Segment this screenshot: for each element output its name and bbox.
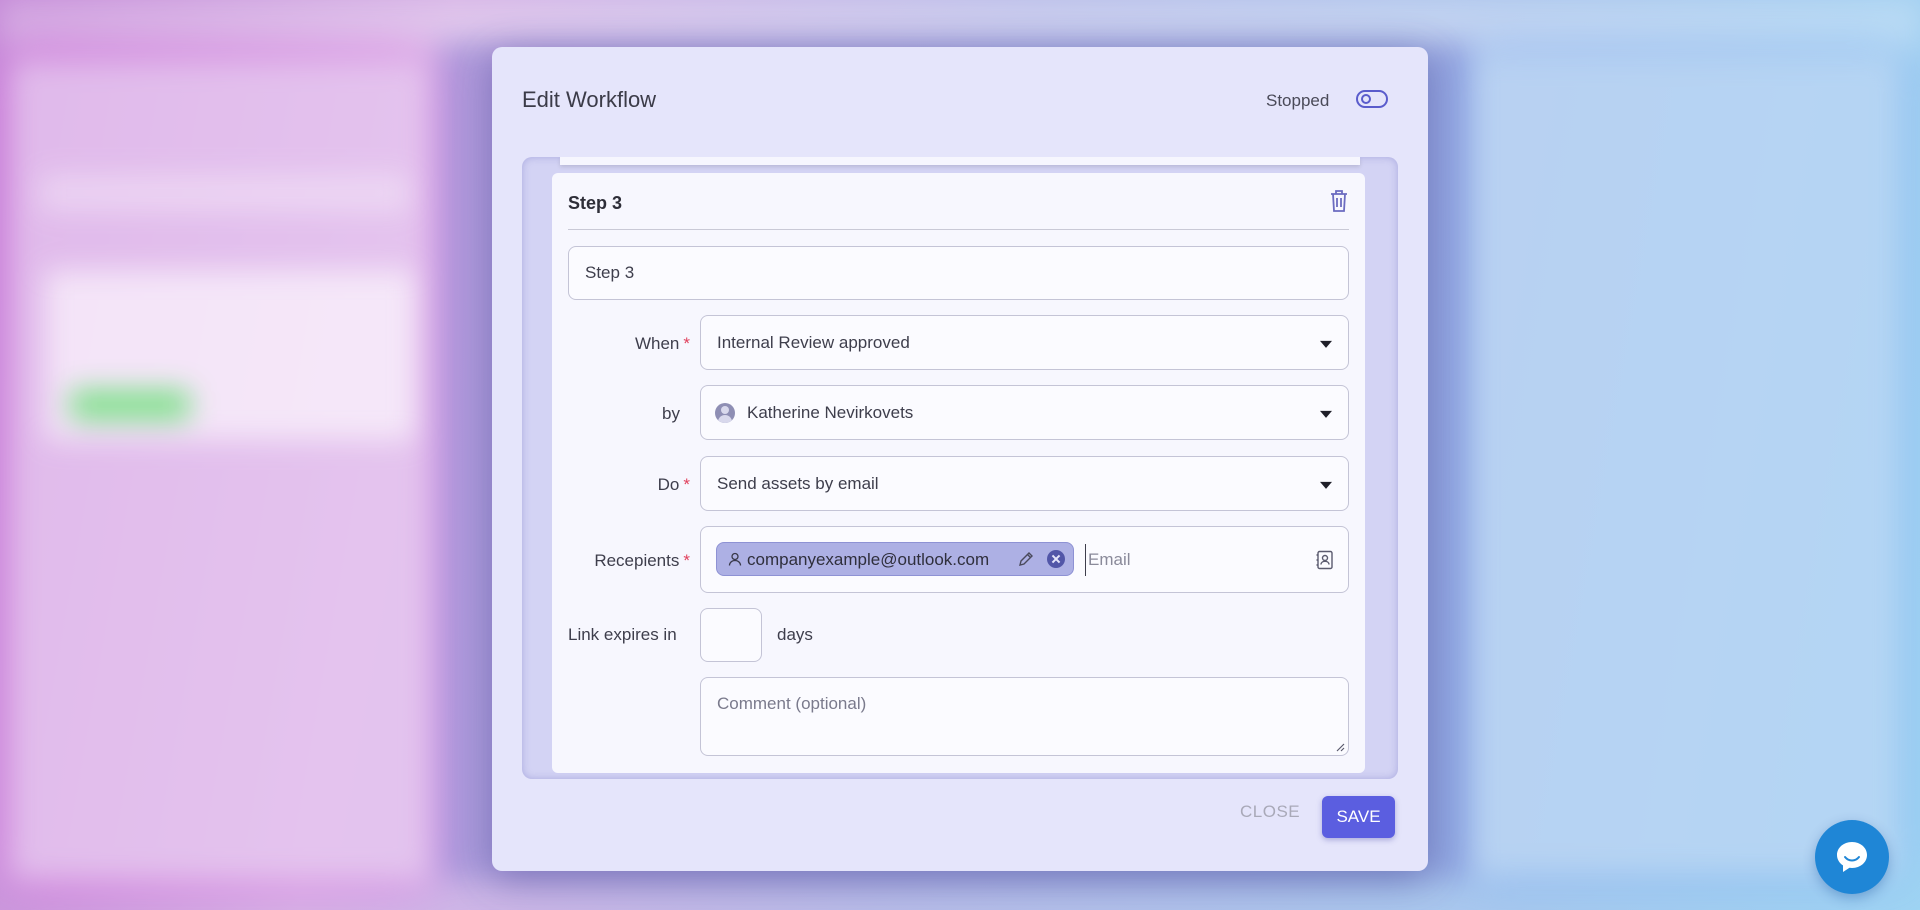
previous-step-card xyxy=(560,157,1360,165)
step-title: Step 3 xyxy=(568,193,623,213)
required-mark: * xyxy=(683,334,690,353)
required-mark: * xyxy=(683,551,690,570)
toggle-icon xyxy=(1361,94,1371,104)
chevron-down-icon xyxy=(1320,481,1332,489)
chat-launcher-button[interactable] xyxy=(1815,820,1889,894)
workflow-status-label: Stopped xyxy=(1266,91,1330,110)
step-header-divider xyxy=(568,229,1349,230)
background-search-bar xyxy=(40,175,410,211)
modal-title: Edit Workflow xyxy=(522,87,657,112)
step-card: Step 3 Step 3 When * Internal Review appr… xyxy=(552,173,1365,773)
close-button[interactable]: CLOSE xyxy=(1240,802,1300,822)
trash-icon[interactable] xyxy=(1329,189,1349,213)
recipient-chip-text: companyexample@outlook.com xyxy=(747,550,990,569)
by-select[interactable]: Katherine Nevirkovets xyxy=(700,385,1349,440)
chat-icon xyxy=(1837,842,1867,872)
recipients-input[interactable]: companyexample@outlook.com xyxy=(700,526,1349,593)
recipients-label: Recepients * xyxy=(552,551,690,571)
by-label: by xyxy=(662,404,680,423)
workflow-status-toggle[interactable] xyxy=(1356,90,1388,108)
steps-scroll-area[interactable]: Step 3 Step 3 When * Internal Review appr… xyxy=(522,157,1398,779)
step-name-value: Step 3 xyxy=(585,263,635,282)
pencil-icon[interactable] xyxy=(1017,550,1035,568)
link-expires-label: Link expires in xyxy=(568,625,677,644)
required-mark: * xyxy=(683,475,690,494)
days-input[interactable] xyxy=(700,608,762,662)
by-value: Katherine Nevirkovets xyxy=(747,402,914,422)
recipients-label-text: Recepients xyxy=(594,551,680,570)
chevron-down-icon xyxy=(1320,340,1332,348)
when-label: When * xyxy=(552,334,690,354)
background-status-chip xyxy=(70,390,190,420)
save-button[interactable]: SAVE xyxy=(1322,796,1395,838)
user-icon xyxy=(728,552,742,566)
step-name-input[interactable]: Step 3 xyxy=(568,246,1349,300)
avatar-icon xyxy=(715,402,735,423)
resize-grip-icon[interactable] xyxy=(1335,742,1345,752)
recipient-chip: companyexample@outlook.com xyxy=(716,542,1074,576)
when-value: Internal Review approved xyxy=(717,332,910,352)
contacts-icon[interactable] xyxy=(1315,550,1335,570)
do-label: Do * xyxy=(552,475,690,495)
do-select[interactable]: Send assets by email xyxy=(700,456,1349,511)
close-circle-icon[interactable] xyxy=(1047,550,1065,568)
do-value: Send assets by email xyxy=(717,473,879,493)
comment-textarea[interactable] xyxy=(701,678,1348,755)
days-unit-label: days xyxy=(777,625,813,644)
edit-workflow-modal: Edit Workflow Stopped Step 3 Step 3 When… xyxy=(492,47,1428,871)
chevron-down-icon xyxy=(1320,410,1332,418)
background-right-panel xyxy=(1470,55,1900,875)
email-input[interactable] xyxy=(1085,544,1310,576)
do-label-text: Do xyxy=(657,475,680,494)
comment-field[interactable] xyxy=(700,677,1349,756)
when-label-text: When xyxy=(634,334,680,353)
when-select[interactable]: Internal Review approved xyxy=(700,315,1349,370)
